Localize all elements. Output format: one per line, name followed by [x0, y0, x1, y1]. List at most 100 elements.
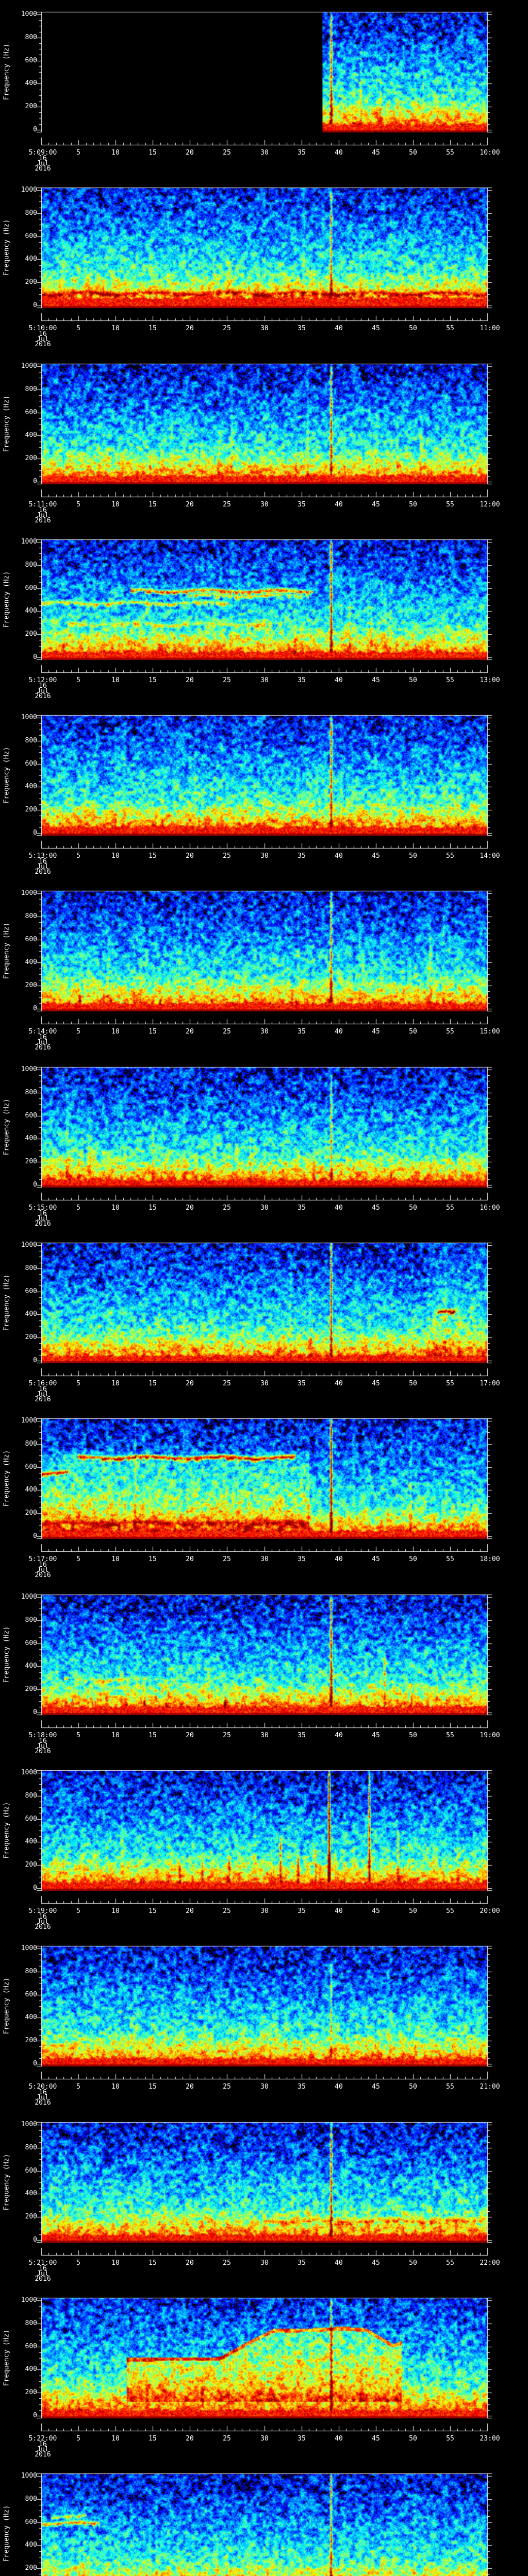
x-tick-label-5s: 5	[76, 1380, 80, 1387]
x-tick-label-35s: 35	[298, 676, 306, 684]
x-tick-label-25s: 25	[223, 676, 231, 684]
x-tick-label-20s: 20	[186, 2083, 194, 2091]
x-tick-label-10s: 10	[111, 676, 120, 684]
y-axis-label: Frequency (Hz)	[3, 395, 11, 452]
y-tick-label-1000: 1000	[21, 362, 37, 370]
spectrogram-panel-5-12-00: Frequency (Hz) 1000 800 600 400 200 0 5 10 15 20 25…	[0, 528, 528, 703]
x-tick-label-15s: 15	[148, 676, 157, 684]
y-tick-label-800: 800	[25, 737, 37, 744]
y-axis-label: Frequency (Hz)	[3, 747, 11, 804]
x-tick-label-35s: 35	[298, 501, 306, 509]
x-tick-label-40s: 40	[335, 676, 343, 684]
y-tick-label-200: 200	[25, 1685, 37, 1693]
spectrogram-panel-5-21-00: Frequency (Hz) 1000 800 600 400 200 0 5 10 15 20 25…	[0, 2110, 528, 2286]
x-tick-label-10s: 10	[111, 1380, 120, 1387]
date-year-label: 2016	[35, 2275, 51, 2283]
x-tick-label-15s: 15	[148, 2083, 157, 2091]
x-tick-label-10s: 10	[111, 1907, 120, 1915]
x-tick-label-10s: 10	[111, 1204, 120, 1212]
x-tick-label-55s: 55	[446, 1907, 454, 1915]
x-tick-label-35s: 35	[298, 1555, 306, 1563]
date-year-label: 2016	[35, 1748, 51, 1755]
x-tick-label-25s: 25	[223, 1555, 231, 1563]
y-tick-label-600: 600	[25, 409, 37, 416]
y-tick-label-200: 200	[25, 1333, 37, 1341]
spectrogram-panel-5-09-00: Frequency (Hz) 1000 800 600 400 200 0 5 10 15 20 25…	[0, 0, 528, 176]
x-tick-label-55s: 55	[446, 1555, 454, 1563]
y-tick-label-800: 800	[25, 2144, 37, 2151]
x-tick-label-40s: 40	[335, 1204, 343, 1212]
panel-end-time: 15:00	[480, 1028, 500, 1036]
y-tick-label-600: 600	[25, 2518, 37, 2526]
x-tick-label-15s: 15	[148, 1028, 157, 1036]
x-tick-label-50s: 50	[409, 1028, 417, 1036]
x-tick-label-10s: 10	[111, 325, 120, 332]
panel-end-time: 17:00	[480, 1380, 500, 1387]
y-tick-label-600: 600	[25, 2343, 37, 2350]
y-tick-label-400: 400	[25, 1486, 37, 1494]
date-year-label: 2016	[35, 868, 51, 876]
x-tick-label-30s: 30	[260, 1555, 269, 1563]
y-axis-label: Frequency (Hz)	[3, 1274, 11, 1331]
panel-end-time: 13:00	[480, 676, 500, 684]
x-tick-label-45s: 45	[372, 325, 380, 332]
x-tick-label-40s: 40	[335, 2083, 343, 2091]
x-tick-label-15s: 15	[148, 2259, 157, 2267]
y-axis-label: Frequency (Hz)	[3, 922, 11, 979]
spectrogram-panel-5-16-00: Frequency (Hz) 1000 800 600 400 200 0 5 10 15 20 25…	[0, 1231, 528, 1406]
y-axis-label: Frequency (Hz)	[3, 2329, 11, 2386]
x-tick-label-50s: 50	[409, 501, 417, 509]
x-tick-label-55s: 55	[446, 325, 454, 332]
x-tick-label-10s: 10	[111, 2083, 120, 2091]
date-year-label: 2016	[35, 1220, 51, 1228]
x-tick-label-55s: 55	[446, 2259, 454, 2267]
x-tick-label-55s: 55	[446, 852, 454, 860]
y-tick-label-1000: 1000	[21, 2121, 37, 2128]
y-tick-label-0: 0	[33, 653, 37, 661]
x-tick-label-15s: 15	[148, 852, 157, 860]
x-tick-label-35s: 35	[298, 2435, 306, 2443]
x-tick-label-25s: 25	[223, 2259, 231, 2267]
x-tick-label-25s: 25	[223, 1028, 231, 1036]
x-tick-label-30s: 30	[260, 149, 269, 157]
x-tick-label-40s: 40	[335, 2259, 343, 2267]
y-tick-label-800: 800	[25, 1089, 37, 1096]
x-tick-label-50s: 50	[409, 1204, 417, 1212]
panel-end-time: 20:00	[480, 1907, 500, 1915]
x-tick-label-30s: 30	[260, 501, 269, 509]
x-tick-label-45s: 45	[372, 1732, 380, 1739]
y-tick-label-200: 200	[25, 1158, 37, 1165]
y-tick-label-0: 0	[33, 829, 37, 837]
x-tick-label-5s: 5	[76, 676, 80, 684]
x-tick-label-35s: 35	[298, 1907, 306, 1915]
x-tick-label-30s: 30	[260, 852, 269, 860]
y-tick-label-600: 600	[25, 1287, 37, 1295]
x-tick-label-20s: 20	[186, 1380, 194, 1387]
x-tick-label-15s: 15	[148, 1555, 157, 1563]
y-tick-label-0: 0	[33, 478, 37, 485]
x-tick-label-25s: 25	[223, 1380, 231, 1387]
x-tick-label-50s: 50	[409, 325, 417, 332]
x-tick-label-5s: 5	[76, 1028, 80, 1036]
x-tick-label-45s: 45	[372, 1204, 380, 1212]
x-tick-label-25s: 25	[223, 1732, 231, 1739]
y-tick-label-400: 400	[25, 783, 37, 790]
y-tick-label-400: 400	[25, 2541, 37, 2549]
y-tick-label-200: 200	[25, 2213, 37, 2221]
date-year-label: 2016	[35, 1396, 51, 1403]
x-tick-label-35s: 35	[298, 1380, 306, 1387]
x-tick-label-35s: 35	[298, 1204, 306, 1212]
x-tick-label-15s: 15	[148, 1380, 157, 1387]
x-tick-label-20s: 20	[186, 1907, 194, 1915]
date-year-label: 2016	[35, 341, 51, 348]
y-axis-label: Frequency (Hz)	[3, 1802, 11, 1859]
date-year-label: 2016	[35, 692, 51, 700]
y-tick-label-400: 400	[25, 958, 37, 966]
x-tick-label-55s: 55	[446, 1204, 454, 1212]
x-tick-label-40s: 40	[335, 1028, 343, 1036]
y-tick-label-800: 800	[25, 33, 37, 41]
x-tick-label-10s: 10	[111, 149, 120, 157]
x-tick-label-20s: 20	[186, 1732, 194, 1739]
x-tick-label-25s: 25	[223, 149, 231, 157]
x-tick-label-5s: 5	[76, 1555, 80, 1563]
